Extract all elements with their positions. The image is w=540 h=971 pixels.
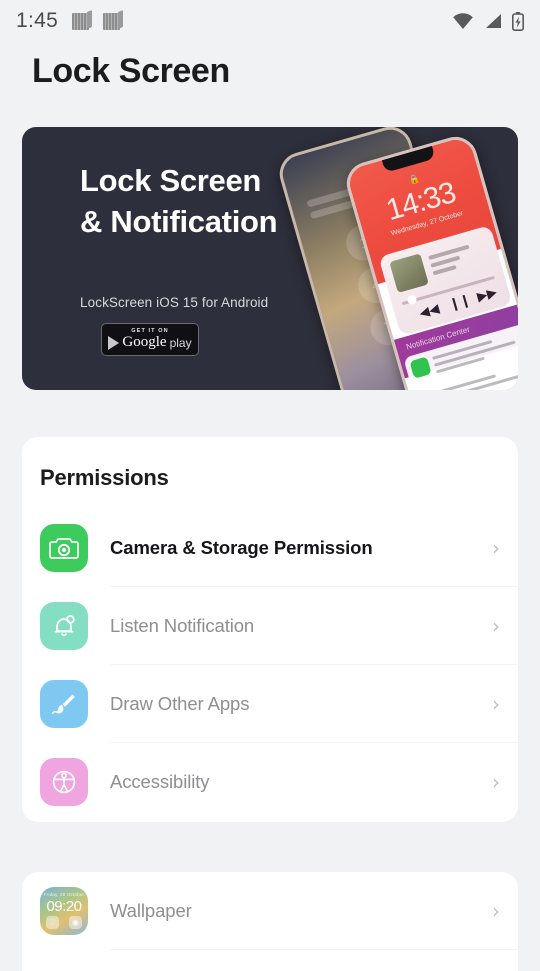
settings-card: Friday, 28 October 09:20 ♡ ◉ Wallpaper › [22,872,518,971]
chevron-right-icon[interactable]: › [492,538,500,558]
page-title: Lock Screen [32,52,230,90]
settings-label: Wallpaper [110,900,192,921]
promo-banner-subtitle: LockScreen iOS 15 for Android [80,295,269,310]
google-play-badge[interactable]: GET IT ON Google play [101,323,199,356]
permission-row-draw-other-apps[interactable]: Draw Other Apps › [22,665,518,743]
permission-label: Camera & Storage Permission [110,537,373,558]
wifi-icon [452,13,474,29]
app-notification-icon [103,12,121,30]
permissions-card: Permissions Camera & Storage Permission … [22,437,518,822]
google-play-store-name: Google [122,334,167,351]
camera-shortcut-icon: ◉ [69,916,82,929]
row-divider [110,949,518,950]
permission-label: Accessibility [110,771,210,792]
promo-banner[interactable]: Lock Screen & Notification LockScreen iO… [22,127,518,390]
settings-row-wallpaper[interactable]: Friday, 28 October 09:20 ♡ ◉ Wallpaper › [22,872,518,950]
permission-row-listen-notification[interactable]: Listen Notification › [22,587,518,665]
chevron-right-icon[interactable]: › [492,901,500,921]
status-bar-left: 1:45 [16,9,121,33]
forward-icon: ▶▶ [475,284,499,304]
promo-banner-phone-artwork: 1 4 7 🔒 14:33 Wednesday, 27 October [274,127,518,390]
permission-label: Draw Other Apps [110,693,250,714]
permission-label: Listen Notification [110,615,255,636]
wallpaper-preview-time: 09:20 [46,898,82,915]
status-bar-right [452,11,524,31]
cellular-signal-icon [484,13,502,29]
accessibility-icon [40,758,88,806]
permission-row-accessibility[interactable]: Accessibility › [22,743,518,821]
google-play-store-suffix: play [169,335,192,350]
rewind-icon: ◀◀ [417,300,441,321]
pause-icon: ❙❙ [447,291,473,312]
status-bar: 1:45 [0,0,540,42]
chevron-right-icon[interactable]: › [492,616,500,636]
app-notification-icon [72,12,90,30]
google-play-triangle-icon [108,335,120,350]
flashlight-icon: ♡ [46,916,59,929]
battery-charging-icon [512,11,524,31]
status-bar-clock: 1:45 [16,9,59,32]
chevron-right-icon[interactable]: › [492,772,500,792]
paintbrush-icon [40,680,88,728]
permissions-title: Permissions [40,465,169,490]
bell-icon [40,602,88,650]
chevron-right-icon[interactable]: › [492,694,500,714]
wallpaper-preview-date: Friday, 28 October [43,892,85,897]
permission-row-camera-storage[interactable]: Camera & Storage Permission › [22,509,518,587]
google-play-badge-row: Google play [108,334,192,351]
album-art-icon [389,253,429,293]
lock-screen-settings-page: 1:45 Lock Screen Lock Screen & Notificat… [0,0,540,971]
wallpaper-preview-icon: Friday, 28 October 09:20 ♡ ◉ [40,887,88,935]
camera-icon [40,524,88,572]
